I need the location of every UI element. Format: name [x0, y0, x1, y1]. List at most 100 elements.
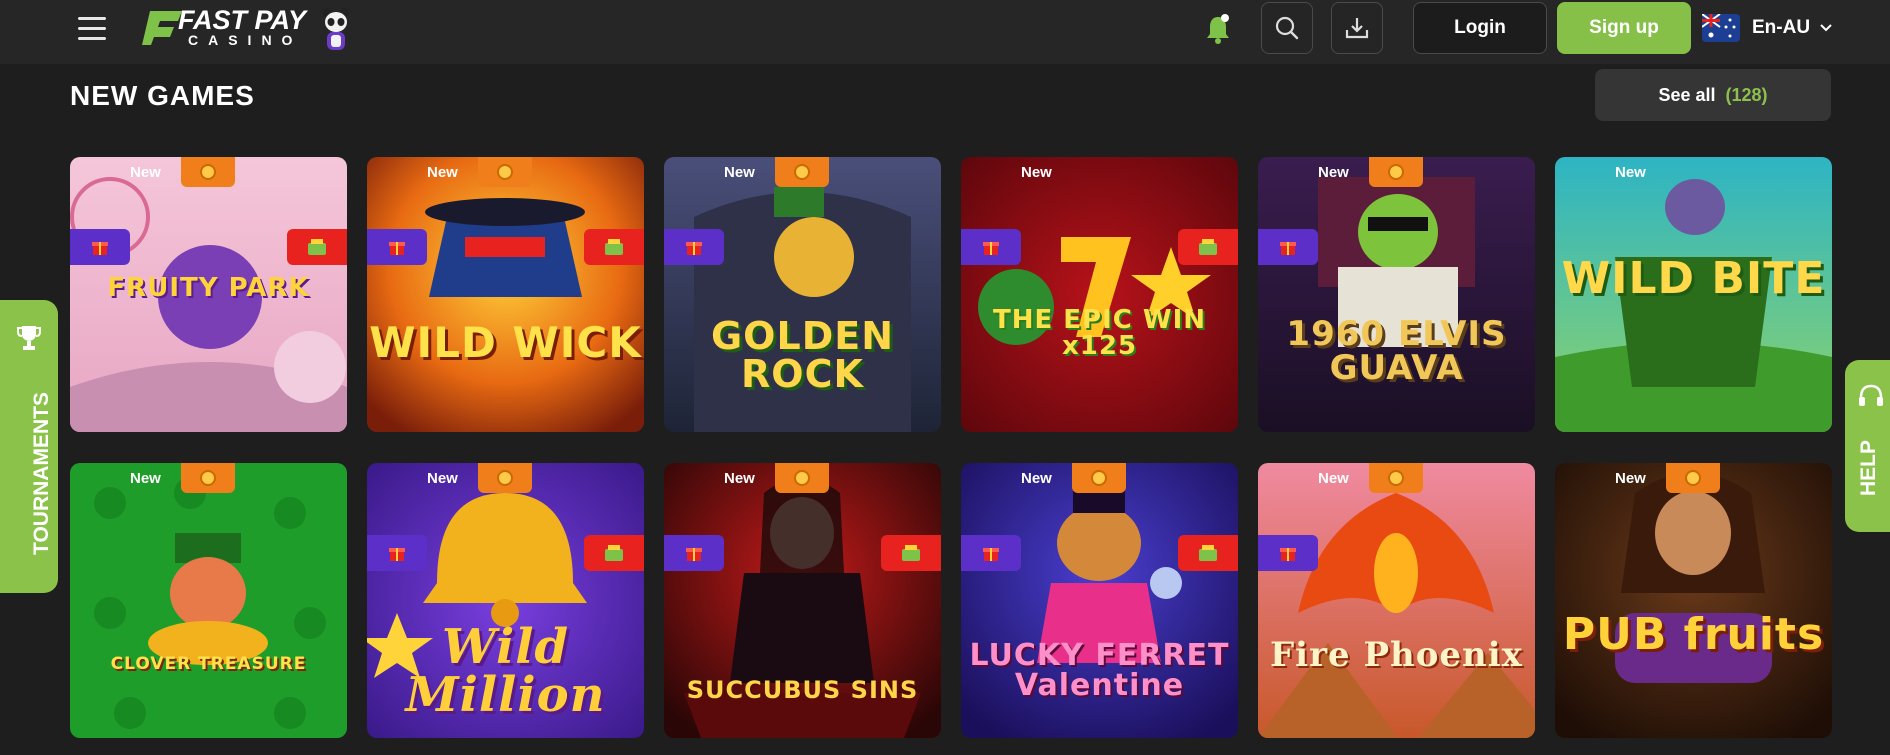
wallet-icon [308, 239, 326, 255]
new-badge: New [1615, 470, 1646, 487]
coin-icon [1388, 164, 1404, 180]
gift-icon [1280, 548, 1296, 561]
coin-icon [497, 470, 513, 486]
gift-icon [983, 242, 999, 255]
new-badge: New [130, 470, 161, 487]
wallet-tab[interactable] [1178, 535, 1238, 571]
search-button[interactable] [1261, 2, 1313, 54]
bonus-tab[interactable] [367, 535, 427, 571]
wallet-tab[interactable] [584, 535, 644, 571]
game-artwork [367, 157, 644, 432]
new-badge: New [1318, 470, 1349, 487]
new-badge: New [130, 164, 161, 181]
game-title: LUCKY FERRET Valentine [969, 638, 1230, 703]
coin-tab[interactable] [775, 157, 829, 187]
bonus-tab[interactable] [961, 535, 1021, 571]
coin-tab[interactable] [478, 157, 532, 187]
game-title: CLOVER TREASURE [110, 654, 307, 674]
bonus-tab[interactable] [70, 229, 130, 265]
coin-tab[interactable] [181, 157, 235, 187]
wallet-icon [605, 239, 623, 255]
wallet-icon [605, 545, 623, 561]
coin-icon [497, 164, 513, 180]
coin-tab[interactable] [478, 463, 532, 493]
game-card-clover-treasure[interactable]: CLOVER TREASURE New [70, 463, 347, 738]
wallet-tab[interactable] [287, 229, 347, 265]
new-badge: New [427, 470, 458, 487]
game-title: PUB fruits [1562, 609, 1825, 660]
game-title: GOLDEN ROCK [710, 314, 894, 396]
help-tab[interactable]: HELP [1845, 360, 1890, 532]
signup-button[interactable]: Sign up [1557, 2, 1691, 54]
game-card-lucky-ferret[interactable]: LUCKY FERRET Valentine New [961, 463, 1238, 738]
wallet-icon [1199, 545, 1217, 561]
coin-tab[interactable] [1369, 157, 1423, 187]
login-button[interactable]: Login [1413, 2, 1547, 54]
game-title: THE EPIC WIN x125 [992, 305, 1207, 361]
tournaments-tab[interactable]: TOURNAMENTS [0, 300, 58, 593]
notification-bell-icon[interactable] [1204, 13, 1232, 45]
game-artwork [1258, 157, 1535, 432]
games-grid: FRUITY PARK New WILD WICK New GOLDEN ROC… [70, 157, 1832, 740]
gift-icon [686, 242, 702, 255]
game-card-fruity-park[interactable]: FRUITY PARK New [70, 157, 347, 432]
game-card-the-epic-win[interactable]: THE EPIC WIN x125 New [961, 157, 1238, 432]
site-logo[interactable]: FAST PAY CASINO [142, 3, 352, 55]
new-badge: New [427, 164, 458, 181]
game-card-wild-wick[interactable]: WILD WICK New [367, 157, 644, 432]
gift-icon [1280, 242, 1296, 255]
logo-subtext: CASINO [188, 32, 303, 48]
bonus-tab[interactable] [664, 229, 724, 265]
coin-icon [200, 470, 216, 486]
new-badge: New [724, 470, 755, 487]
coin-icon [1388, 470, 1404, 486]
download-icon [1345, 18, 1369, 39]
coin-tab[interactable] [1369, 463, 1423, 493]
wallet-tab[interactable] [881, 535, 941, 571]
gift-icon [686, 548, 702, 561]
trophy-icon [17, 326, 41, 350]
site-header: FAST PAY CASINO Login Sign up En-AU [0, 0, 1890, 64]
new-badge: New [1021, 470, 1052, 487]
game-card-succubus-sins[interactable]: SUCCUBUS SINS New [664, 463, 941, 738]
menu-icon[interactable] [78, 17, 106, 41]
see-all-button[interactable]: See all (128) [1595, 69, 1831, 121]
coin-icon [1685, 470, 1701, 486]
game-card-wild-bite[interactable]: WILD BITE New [1555, 157, 1832, 432]
coin-tab[interactable] [1666, 463, 1720, 493]
bonus-tab[interactable] [664, 535, 724, 571]
game-card-pub-fruits[interactable]: PUB fruits New [1555, 463, 1832, 738]
wallet-icon [902, 545, 920, 561]
new-badge: New [1615, 164, 1646, 181]
game-title: WILD BITE [1561, 253, 1826, 304]
coin-icon [200, 164, 216, 180]
game-artwork [1258, 463, 1535, 738]
language-selector[interactable]: En-AU [1702, 13, 1832, 43]
see-all-label: See all [1658, 84, 1716, 105]
coin-tab[interactable] [1072, 463, 1126, 493]
wallet-icon [1199, 239, 1217, 255]
game-card-fire-phoenix[interactable]: Fire Phoenix New [1258, 463, 1535, 738]
search-icon [1275, 16, 1299, 40]
download-app-button[interactable] [1331, 2, 1383, 54]
game-artwork [1555, 463, 1832, 738]
coin-tab[interactable] [775, 463, 829, 493]
game-title: FRUITY PARK [107, 273, 310, 303]
bonus-tab[interactable] [1258, 535, 1318, 571]
bonus-tab[interactable] [367, 229, 427, 265]
game-card-wild-million[interactable]: Wild Million New [367, 463, 644, 738]
game-title: Wild Million [405, 619, 606, 723]
gift-icon [389, 242, 405, 255]
coin-tab[interactable] [181, 463, 235, 493]
wallet-tab[interactable] [1178, 229, 1238, 265]
game-card-golden-rock[interactable]: GOLDEN ROCK New [664, 157, 941, 432]
gift-icon [389, 548, 405, 561]
game-card-elvis-guava[interactable]: 1960 ELVIS GUAVA New [1258, 157, 1535, 432]
bonus-tab[interactable] [961, 229, 1021, 265]
gift-icon [92, 242, 108, 255]
panda-mascot-icon [323, 8, 349, 50]
bonus-tab[interactable] [1258, 229, 1318, 265]
help-label: HELP [1857, 439, 1880, 496]
wallet-tab[interactable] [584, 229, 644, 265]
game-title: SUCCUBUS SINS [686, 676, 919, 704]
